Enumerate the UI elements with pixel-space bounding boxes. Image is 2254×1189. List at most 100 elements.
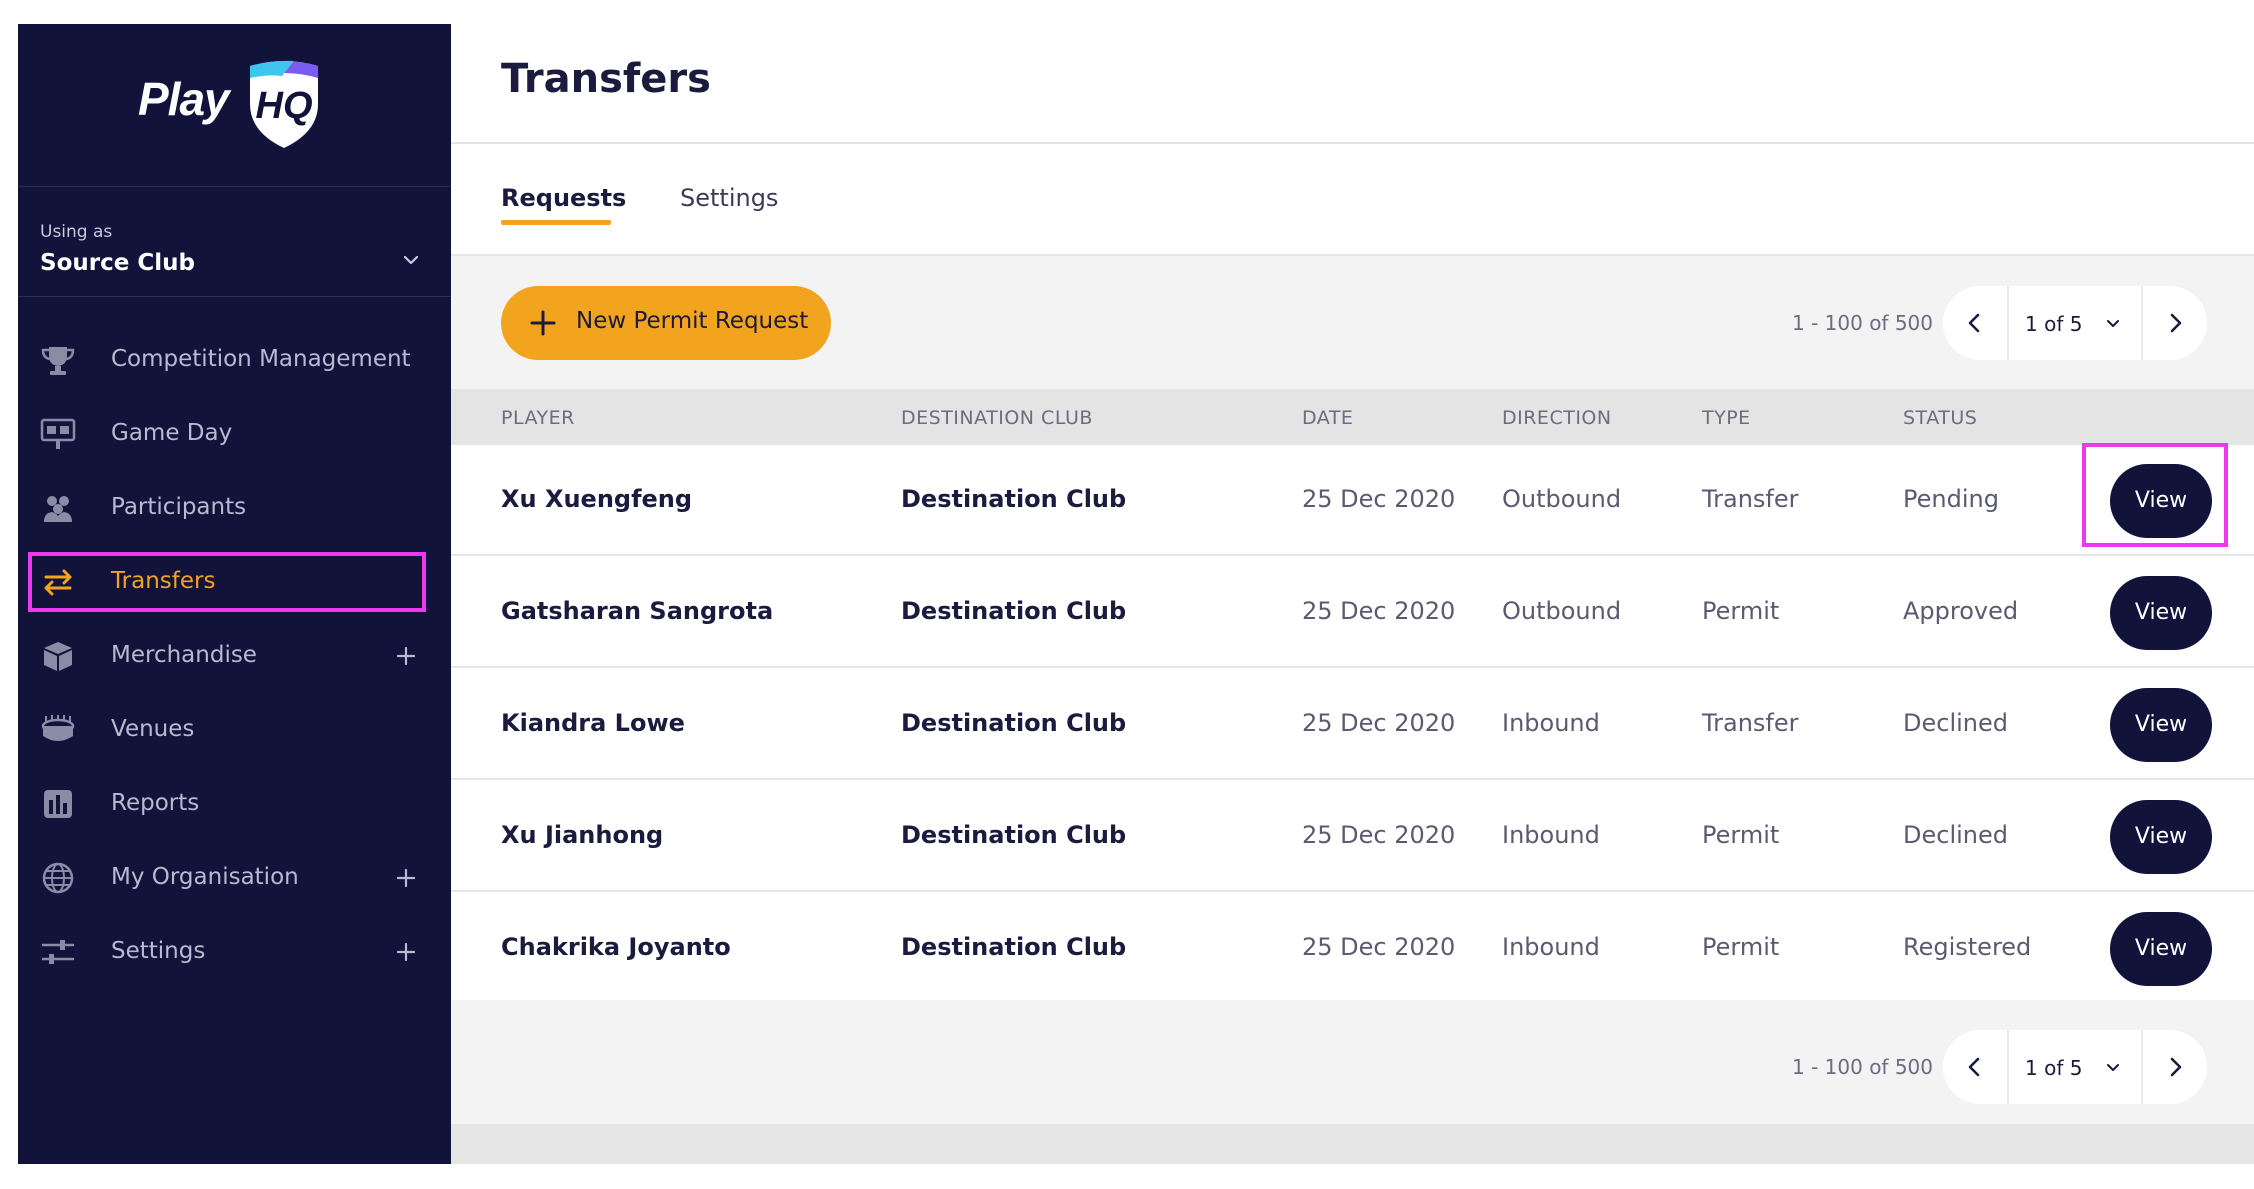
scoreboard-icon [40,418,76,449]
type: Permit [1702,597,1780,625]
page-select[interactable]: 1 of 5 [2009,1030,2141,1104]
pagination-range: 1 - 100 of 500 [1792,1055,1933,1079]
player-name: Xu Jianhong [501,821,664,849]
status: Pending [1903,485,1999,513]
active-tab-indicator [501,220,611,225]
sidebar-item-label: Merchandise [111,642,257,668]
player-name: Kiandra Lowe [501,709,685,737]
logo-badge-text: HQ [256,85,313,127]
tab-requests[interactable]: Requests [501,184,626,212]
player-name: Gatsharan Sangrota [501,597,774,625]
date: 25 Dec 2020 [1302,933,1456,961]
type: Permit [1702,933,1780,961]
transfer-arrows-icon [44,569,72,596]
table-toolbar: New Permit Request 1 - 100 of 500 1 of 5 [451,256,2254,389]
pagination-range: 1 - 100 of 500 [1792,311,1933,335]
app-window: Play HQ Using as Source Club Competition… [18,24,2254,1164]
sidebar-item-my-organisation[interactable]: My Organisation [28,848,426,908]
sliders-icon [42,940,74,964]
chevron-left-icon [1968,313,1980,333]
main-content: Transfers Requests Settings New Permit R… [451,24,2254,1164]
page-select[interactable]: 1 of 5 [2009,286,2141,360]
chevron-right-icon [2170,1057,2182,1077]
column-header-player: PLAYER [501,407,575,429]
view-button[interactable]: View [2110,688,2212,762]
sidebar-item-label: My Organisation [111,864,299,890]
direction: Outbound [1502,597,1622,625]
sidebar-item-game-day[interactable]: Game Day [28,404,426,464]
status: Approved [1903,597,2019,625]
reports-icon [44,790,72,818]
view-button[interactable]: View [2110,464,2212,538]
chevron-down-icon [2107,1064,2119,1071]
table-row: Xu Jianhong Destination Club 25 Dec 2020… [451,781,2254,892]
sidebar-item-label: Competition Management [111,346,411,372]
divider [451,142,2254,144]
sidebar-item-participants[interactable]: Participants [28,478,426,538]
sidebar-item-label: Settings [111,938,206,964]
destination-club: Destination Club [901,709,1127,737]
direction: Inbound [1502,821,1600,849]
destination-club: Destination Club [901,821,1127,849]
page-title: Transfers [501,56,711,102]
chevron-right-icon [2170,313,2182,333]
chevron-down-icon [403,255,419,265]
sidebar-item-label: Transfers [111,568,216,594]
stadium-icon [41,715,75,741]
column-header-date: DATE [1302,407,1354,429]
table-row: Kiandra Lowe Destination Club 25 Dec 202… [451,669,2254,780]
expand-plus-icon[interactable] [392,938,420,966]
expand-plus-icon[interactable] [392,642,420,670]
type: Permit [1702,821,1780,849]
previous-page-button[interactable] [1943,1030,2007,1104]
view-button[interactable]: View [2110,912,2212,986]
box-icon [44,642,72,671]
sidebar-item-transfers[interactable]: Transfers [28,552,426,612]
expand-plus-icon[interactable] [392,864,420,892]
pagination-control: 1 of 5 [1943,286,2207,360]
logo-shield-icon: HQ [250,60,318,148]
date: 25 Dec 2020 [1302,821,1456,849]
page-select-value: 1 of 5 [2025,1056,2083,1080]
view-button[interactable]: View [2110,576,2212,650]
trophy-icon [41,347,75,375]
page-select-value: 1 of 5 [2025,312,2083,336]
sidebar: Play HQ Using as Source Club Competition… [18,24,451,1164]
status: Declined [1903,821,2008,849]
new-permit-request-button[interactable]: New Permit Request [501,286,831,360]
plus-icon [530,310,556,336]
previous-page-button[interactable] [1943,286,2007,360]
logo-text: Play [138,73,230,125]
table-row: Gatsharan Sangrota Destination Club 25 D… [451,557,2254,668]
sidebar-item-label: Venues [111,716,195,742]
sidebar-item-settings[interactable]: Settings [28,922,426,982]
playhq-logo[interactable]: Play HQ [138,60,338,150]
sidebar-item-venues[interactable]: Venues [28,700,426,760]
table-row: Xu Xuengfeng Destination Club 25 Dec 202… [451,443,2254,556]
view-button[interactable]: View [2110,800,2212,874]
using-as-label: Using as [40,222,113,242]
direction: Outbound [1502,485,1622,513]
people-icon [44,496,72,522]
org-switcher[interactable]: Using as Source Club [18,186,451,297]
chevron-left-icon [1968,1057,1980,1077]
column-header-status: STATUS [1903,407,1978,429]
column-header-direction: DIRECTION [1502,407,1612,429]
sidebar-item-label: Game Day [111,420,233,446]
destination-club: Destination Club [901,597,1127,625]
sidebar-item-label: Participants [111,494,247,520]
next-page-button[interactable] [2143,286,2207,360]
pagination-control: 1 of 5 [1943,1030,2207,1104]
table-footer: 1 - 100 of 500 1 of 5 [451,1000,2254,1140]
player-name: Xu Xuengfeng [501,485,693,513]
page-bottom-strip [451,1124,2254,1164]
type: Transfer [1702,709,1799,737]
sidebar-item-competition-management[interactable]: Competition Management [28,330,426,390]
column-header-destination-club: DESTINATION CLUB [901,407,1093,429]
sidebar-item-merchandise[interactable]: Merchandise [28,626,426,686]
column-header-type: TYPE [1702,407,1751,429]
tab-settings[interactable]: Settings [680,184,778,212]
direction: Inbound [1502,709,1600,737]
sidebar-item-reports[interactable]: Reports [28,774,426,834]
next-page-button[interactable] [2143,1030,2207,1104]
